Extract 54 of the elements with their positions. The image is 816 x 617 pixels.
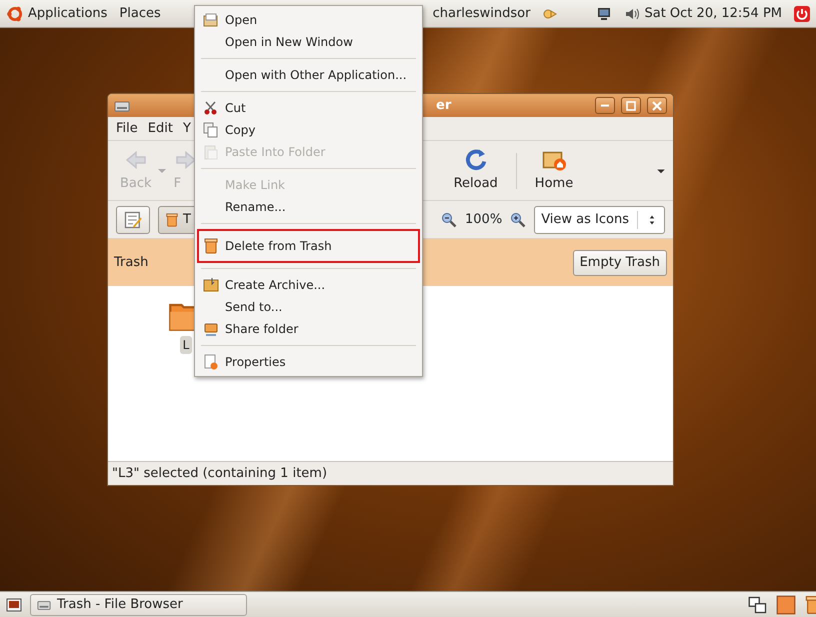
window-title: er xyxy=(436,96,452,115)
ubuntu-logo-icon[interactable] xyxy=(6,4,24,22)
minimize-icon xyxy=(601,104,609,107)
menu-item[interactable]: Open in New Window xyxy=(197,31,420,53)
view-mode-dropdown[interactable]: View as Icons xyxy=(534,206,665,234)
menu-item[interactable]: Edit xyxy=(148,118,173,138)
menu-item[interactable]: Y xyxy=(182,118,191,138)
reload-icon xyxy=(464,148,488,172)
share-folder-icon xyxy=(203,321,219,337)
trash-icon xyxy=(165,212,179,226)
document-icon xyxy=(203,354,219,370)
file-label[interactable]: L xyxy=(180,336,192,354)
edit-icon xyxy=(123,210,143,230)
clock[interactable]: Sat Oct 20, 12:54 PM xyxy=(644,4,782,24)
maximize-button[interactable] xyxy=(621,97,641,114)
menu-item[interactable]: Send to... xyxy=(197,296,420,318)
menu-item[interactable]: Properties xyxy=(197,351,420,373)
zoom-out-icon[interactable] xyxy=(441,212,458,228)
info-bar-title: Trash xyxy=(114,254,148,272)
toolbar-button[interactable]: Reload xyxy=(448,148,504,194)
show-desktop-icon[interactable] xyxy=(6,596,22,612)
trash-icon[interactable] xyxy=(804,594,816,614)
menu-item[interactable]: Rename... xyxy=(197,196,420,218)
zoom-level: 100% xyxy=(465,210,502,229)
power-icon[interactable] xyxy=(794,6,810,22)
maximize-icon xyxy=(626,100,636,110)
status-text: "L3" selected (containing 1 item) xyxy=(112,464,328,483)
archive-icon xyxy=(203,277,219,293)
menu-item[interactable]: Cut xyxy=(197,97,420,119)
menu-item[interactable]: Open xyxy=(197,9,420,31)
trash-icon xyxy=(203,238,219,254)
minimize-button[interactable] xyxy=(595,97,615,114)
clipboard-icon xyxy=(203,144,219,160)
menu-item[interactable]: Copy xyxy=(197,119,420,141)
copy-icon xyxy=(203,122,219,138)
places-menu[interactable]: Places xyxy=(119,4,161,24)
menu-item[interactable]: Delete from Trash xyxy=(197,229,420,263)
edit-location-button[interactable] xyxy=(116,206,150,234)
workspace-icon[interactable] xyxy=(748,594,768,614)
close-icon xyxy=(652,100,662,110)
user-name[interactable]: charleswindsor xyxy=(432,4,530,24)
scissors-icon xyxy=(203,100,219,116)
menu-item[interactable]: Create Archive... xyxy=(197,274,420,296)
menu-item[interactable]: Open with Other Application... xyxy=(197,64,420,86)
taskbar-button[interactable]: Trash - File Browser xyxy=(30,594,247,616)
close-button[interactable] xyxy=(647,97,667,114)
applications-menu[interactable]: Applications xyxy=(28,4,108,24)
open-icon xyxy=(203,12,219,28)
network-monitor-icon[interactable] xyxy=(596,6,612,22)
menu-item[interactable]: File xyxy=(116,118,138,138)
menu-item[interactable]: Share folder xyxy=(197,318,420,340)
toolbar-button[interactable]: Home xyxy=(528,148,580,194)
zoom-in-icon[interactable] xyxy=(510,212,526,228)
empty-trash-button[interactable]: Empty Trash xyxy=(572,250,667,276)
